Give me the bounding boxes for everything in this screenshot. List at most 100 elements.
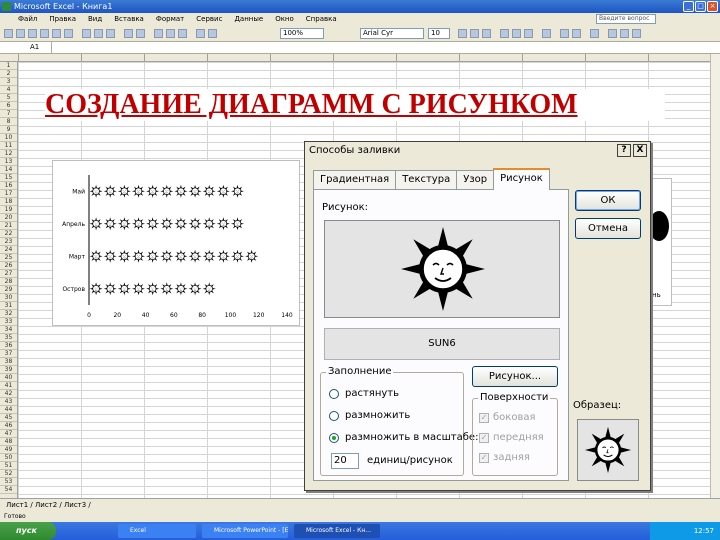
- tab-texture[interactable]: Текстура: [395, 170, 458, 190]
- bold-icon[interactable]: [458, 29, 467, 38]
- row-header[interactable]: 15: [0, 174, 17, 182]
- zoom-select[interactable]: 100%: [280, 28, 324, 39]
- row-header[interactable]: 18: [0, 198, 17, 206]
- row-header[interactable]: 43: [0, 398, 17, 406]
- row-header[interactable]: 9: [0, 126, 17, 134]
- bar-2[interactable]: [89, 217, 245, 231]
- print-icon[interactable]: [40, 29, 49, 38]
- row-header[interactable]: 44: [0, 406, 17, 414]
- font-size-select[interactable]: 10: [428, 28, 450, 39]
- row-header[interactable]: 36: [0, 342, 17, 350]
- row-header[interactable]: 5: [0, 94, 17, 102]
- menu-data[interactable]: Данные: [234, 13, 263, 26]
- row-header[interactable]: 19: [0, 206, 17, 214]
- select-picture-button[interactable]: Рисунок...: [472, 366, 558, 387]
- borders-icon[interactable]: [608, 29, 617, 38]
- menu-view[interactable]: Вид: [88, 13, 102, 26]
- percent-icon[interactable]: [560, 29, 569, 38]
- taskbar-item-excel-book[interactable]: Microsoft Excel - Кн...: [294, 524, 380, 538]
- radio-stretch-label[interactable]: растянуть: [345, 388, 399, 399]
- row-header[interactable]: 32: [0, 310, 17, 318]
- row-header[interactable]: 13: [0, 158, 17, 166]
- row-header[interactable]: 12: [0, 150, 17, 158]
- row-header[interactable]: 2: [0, 70, 17, 78]
- row-header[interactable]: 11: [0, 142, 17, 150]
- row-header[interactable]: 48: [0, 438, 17, 446]
- row-header[interactable]: 17: [0, 190, 17, 198]
- row-header[interactable]: 1: [0, 62, 17, 70]
- row-header[interactable]: 35: [0, 334, 17, 342]
- row-header[interactable]: 42: [0, 390, 17, 398]
- fill-color-icon[interactable]: [620, 29, 629, 38]
- check-front[interactable]: ✓: [479, 433, 489, 443]
- row-header[interactable]: 41: [0, 382, 17, 390]
- row-header[interactable]: 24: [0, 246, 17, 254]
- row-header[interactable]: 30: [0, 294, 17, 302]
- row-header[interactable]: 52: [0, 470, 17, 478]
- row-header[interactable]: 4: [0, 86, 17, 94]
- tab-picture[interactable]: Рисунок: [493, 168, 550, 190]
- row-header[interactable]: 40: [0, 374, 17, 382]
- row-header[interactable]: 10: [0, 134, 17, 142]
- row-header[interactable]: 14: [0, 166, 17, 174]
- bar-3[interactable]: [89, 249, 259, 263]
- row-header[interactable]: 51: [0, 462, 17, 470]
- radio-stack[interactable]: [329, 411, 339, 421]
- radio-stack-scale-label[interactable]: размножить в масштабе:: [345, 432, 478, 443]
- menu-window[interactable]: Окно: [275, 13, 294, 26]
- row-header[interactable]: 31: [0, 302, 17, 310]
- row-header[interactable]: 25: [0, 254, 17, 262]
- minimize-icon[interactable]: _: [683, 1, 694, 12]
- row-header[interactable]: 38: [0, 358, 17, 366]
- row-header[interactable]: 46: [0, 422, 17, 430]
- italic-icon[interactable]: [470, 29, 479, 38]
- drawing-icon[interactable]: [208, 29, 217, 38]
- row-header[interactable]: 28: [0, 278, 17, 286]
- align-center-icon[interactable]: [512, 29, 521, 38]
- row-header[interactable]: 49: [0, 446, 17, 454]
- check-side[interactable]: ✓: [479, 413, 489, 423]
- row-header[interactable]: 7: [0, 110, 17, 118]
- row-header[interactable]: 8: [0, 118, 17, 126]
- open-file-icon[interactable]: [16, 29, 25, 38]
- row-header[interactable]: 47: [0, 430, 17, 438]
- close-icon[interactable]: ×: [707, 1, 718, 12]
- help-question-input[interactable]: Введите вопрос: [596, 14, 656, 24]
- cancel-button[interactable]: Отмена: [575, 218, 641, 239]
- row-header[interactable]: 22: [0, 230, 17, 238]
- hyperlink-icon[interactable]: [154, 29, 163, 38]
- dialog-close-icon[interactable]: X: [633, 144, 647, 157]
- undo-icon[interactable]: [124, 29, 133, 38]
- taskbar-item-excel[interactable]: Excel: [118, 524, 196, 538]
- row-header[interactable]: 3: [0, 78, 17, 86]
- radio-stretch[interactable]: [329, 389, 339, 399]
- tab-pattern[interactable]: Узор: [456, 170, 495, 190]
- help-icon[interactable]: ?: [617, 144, 631, 157]
- row-header[interactable]: 20: [0, 214, 17, 222]
- maximize-icon[interactable]: □: [695, 1, 706, 12]
- spelling-icon[interactable]: [64, 29, 73, 38]
- radio-stack-label[interactable]: размножить: [345, 410, 410, 421]
- row-header[interactable]: 39: [0, 366, 17, 374]
- row-header[interactable]: 50: [0, 454, 17, 462]
- bar-1[interactable]: [89, 184, 245, 198]
- row-header[interactable]: 21: [0, 222, 17, 230]
- check-back[interactable]: ✓: [479, 453, 489, 463]
- sheet-tab-list[interactable]: Лист1 / Лист2 / Лист3 /: [6, 501, 91, 509]
- merge-icon[interactable]: [542, 29, 551, 38]
- vertical-scrollbar[interactable]: [710, 54, 720, 498]
- align-left-icon[interactable]: [500, 29, 509, 38]
- menu-insert[interactable]: Вставка: [114, 13, 144, 26]
- row-header[interactable]: 45: [0, 414, 17, 422]
- preview-icon[interactable]: [52, 29, 61, 38]
- row-header[interactable]: 26: [0, 262, 17, 270]
- ok-button[interactable]: ОК: [575, 190, 641, 211]
- redo-icon[interactable]: [136, 29, 145, 38]
- autosum-icon[interactable]: [166, 29, 175, 38]
- sort-icon[interactable]: [178, 29, 187, 38]
- menu-tools[interactable]: Сервис: [196, 13, 222, 26]
- menu-format[interactable]: Формат: [156, 13, 184, 26]
- font-name-select[interactable]: Arial Cyr: [360, 28, 424, 39]
- indent-icon[interactable]: [590, 29, 599, 38]
- row-header[interactable]: 54: [0, 486, 17, 494]
